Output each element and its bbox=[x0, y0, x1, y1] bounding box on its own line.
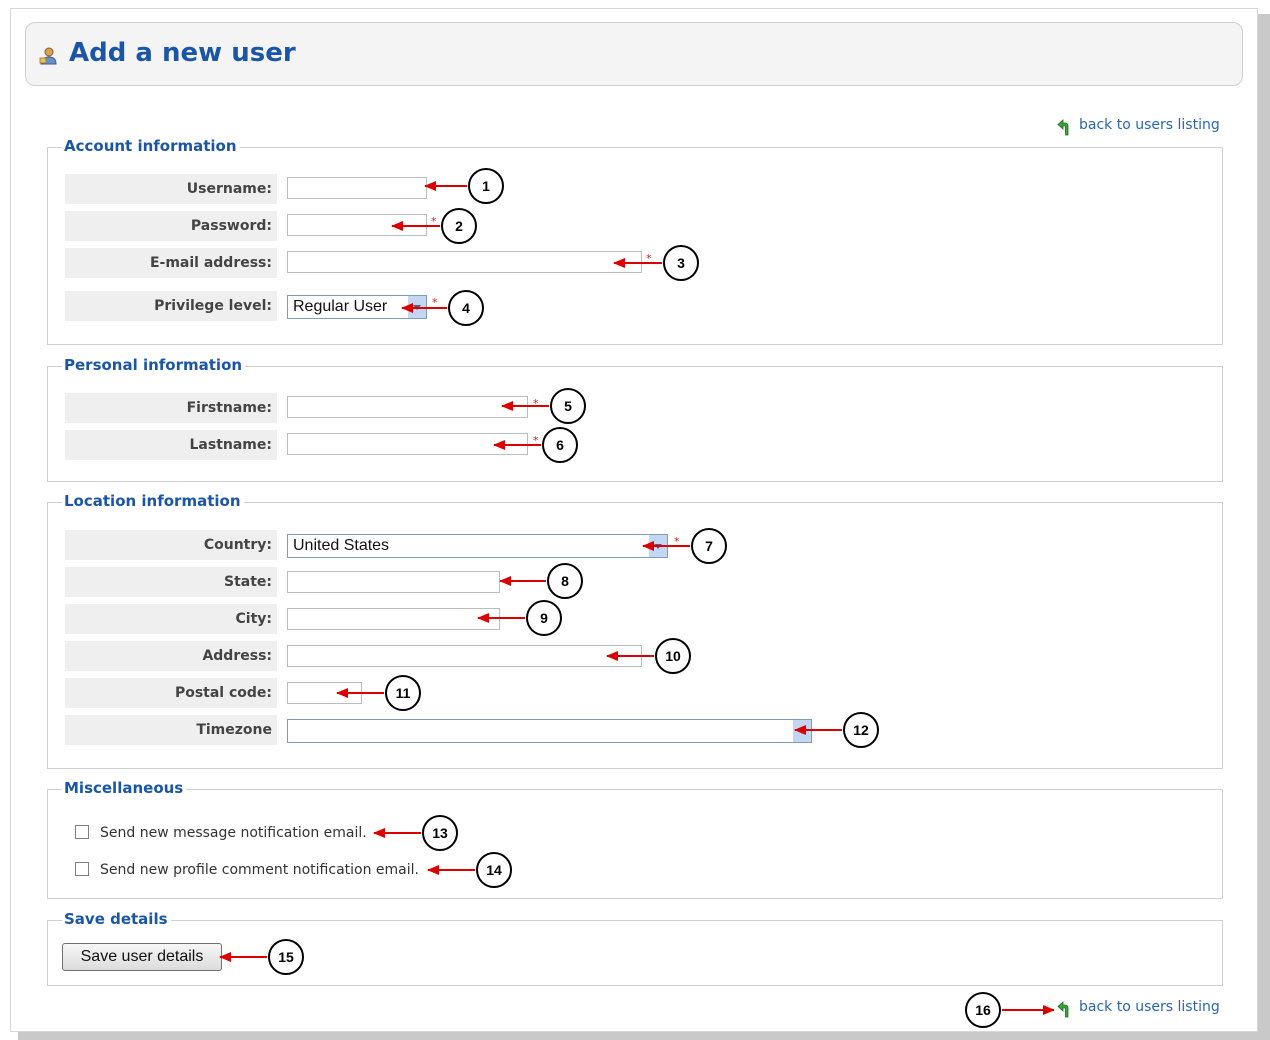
annotation-number: 5 bbox=[564, 398, 572, 414]
annotation-number: 13 bbox=[432, 825, 448, 841]
annotation-number: 6 bbox=[556, 437, 564, 453]
annotation-number: 1 bbox=[482, 178, 490, 194]
annotation-number: 9 bbox=[540, 610, 548, 626]
annotation-number: 7 bbox=[705, 538, 713, 554]
annotation-number: 10 bbox=[665, 648, 681, 664]
annotation-number: 2 bbox=[455, 218, 463, 234]
annotation-overlay: 1 2 3 4 5 6 7 8 9 10 11 12 13 14 15 16 bbox=[219, 168, 1055, 1028]
annotation-number: 12 bbox=[853, 722, 869, 738]
annotation-number: 4 bbox=[462, 300, 470, 316]
annotation-number: 14 bbox=[486, 862, 502, 878]
annotation-number: 3 bbox=[677, 255, 685, 271]
annotation-number: 11 bbox=[396, 685, 411, 701]
annotation-number: 16 bbox=[975, 1002, 991, 1018]
annotation-number: 15 bbox=[278, 949, 294, 965]
annotation-number: 8 bbox=[561, 573, 569, 589]
